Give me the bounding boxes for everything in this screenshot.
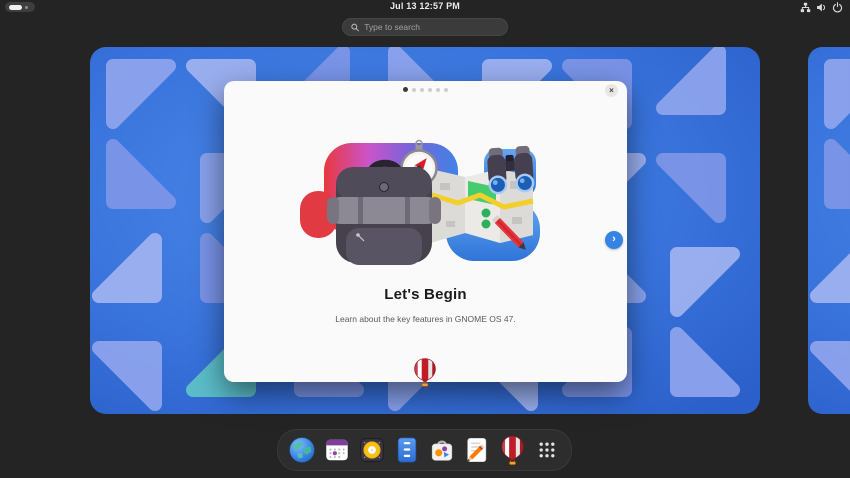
hot-air-balloon-icon <box>412 357 438 387</box>
wallpaper-side <box>808 47 850 414</box>
dialog-title: Let's Begin <box>224 286 627 303</box>
dock-item-tour[interactable] <box>497 435 527 465</box>
search-icon <box>351 23 359 32</box>
text-editor-icon <box>463 436 491 464</box>
dock-item-web-browser[interactable] <box>287 435 317 465</box>
power-icon <box>832 2 843 13</box>
dock-item-software[interactable] <box>427 435 457 465</box>
dock-item-files[interactable] <box>392 435 422 465</box>
dock-item-calendar[interactable] <box>322 435 352 465</box>
top-bar: Jul 13 12:57 PM <box>0 0 850 14</box>
carousel-dot-3[interactable] <box>420 88 424 92</box>
search-input[interactable] <box>364 22 499 32</box>
volume-icon <box>816 2 827 13</box>
dash-dock <box>277 429 572 471</box>
carousel-dot-2[interactable] <box>412 88 416 92</box>
tour-illustration <box>300 133 550 265</box>
show-apps-button[interactable] <box>532 435 562 465</box>
music-speaker-icon <box>358 436 386 464</box>
dock-item-text-editor[interactable] <box>462 435 492 465</box>
tour-balloon-icon <box>499 435 526 465</box>
search-bar[interactable] <box>342 18 508 36</box>
dialog-subtitle: Learn about the key features in GNOME OS… <box>224 314 627 324</box>
calendar-icon <box>323 436 351 464</box>
system-status-area[interactable] <box>800 2 843 13</box>
carousel-dot-6[interactable] <box>444 88 448 92</box>
dock-item-music[interactable] <box>357 435 387 465</box>
illustration-backpack <box>327 163 441 265</box>
web-browser-icon <box>288 436 316 464</box>
carousel-dot-4[interactable] <box>428 88 432 92</box>
next-page-button[interactable]: › <box>605 231 623 249</box>
software-bag-icon <box>428 436 456 464</box>
carousel-dot-5[interactable] <box>436 88 440 92</box>
network-wired-icon <box>800 2 811 13</box>
files-icon <box>393 436 421 464</box>
app-grid-icon <box>534 437 560 463</box>
carousel-dots <box>224 87 627 92</box>
clock[interactable]: Jul 13 12:57 PM <box>0 1 850 11</box>
close-button[interactable]: × <box>605 84 618 97</box>
gnome-tour-dialog: × <box>224 81 627 382</box>
carousel-dot-1[interactable] <box>403 87 408 92</box>
close-icon: × <box>609 86 614 95</box>
chevron-right-icon: › <box>612 233 616 245</box>
workspace-thumbnail-next[interactable] <box>808 47 850 414</box>
